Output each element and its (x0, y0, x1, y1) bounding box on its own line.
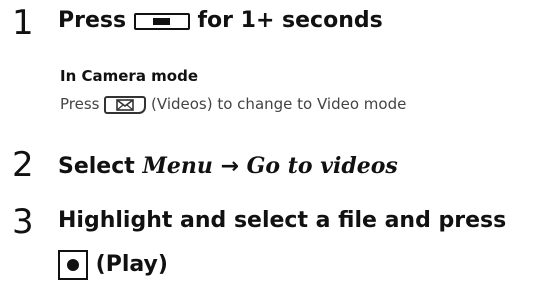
play-label: (Play) (95, 252, 168, 277)
camera-mode-heading: In Camera mode (60, 67, 199, 85)
mail-key-icon (104, 95, 147, 114)
center-select-key-icon (58, 250, 88, 280)
step-1-number: 1 (12, 3, 34, 43)
step-2-number: 2 (12, 145, 34, 185)
camera-mode-note: Press (Videos) to change to Video mode (60, 95, 406, 114)
camera-mode-prefix: Press (60, 95, 100, 113)
step-3-line-1: Highlight and select a file and press (58, 208, 507, 233)
step-1-instruction: Press for 1+ seconds (58, 8, 383, 33)
camera-mode-suffix: (Videos) to change to Video mode (151, 95, 407, 113)
step-1-prefix: Press (58, 8, 127, 33)
step-1-suffix: for 1+ seconds (197, 8, 383, 33)
step-3-number: 3 (12, 202, 34, 242)
menu-label: Menu (142, 153, 213, 179)
go-to-videos-label: Go to videos (246, 153, 398, 179)
arrow-right-icon: → (220, 154, 239, 179)
end-key-icon (133, 12, 190, 30)
step-2-prefix: Select (58, 154, 135, 179)
step-2-instruction: Select Menu → Go to videos (58, 153, 398, 179)
step-3-line-2: (Play) (58, 250, 168, 280)
